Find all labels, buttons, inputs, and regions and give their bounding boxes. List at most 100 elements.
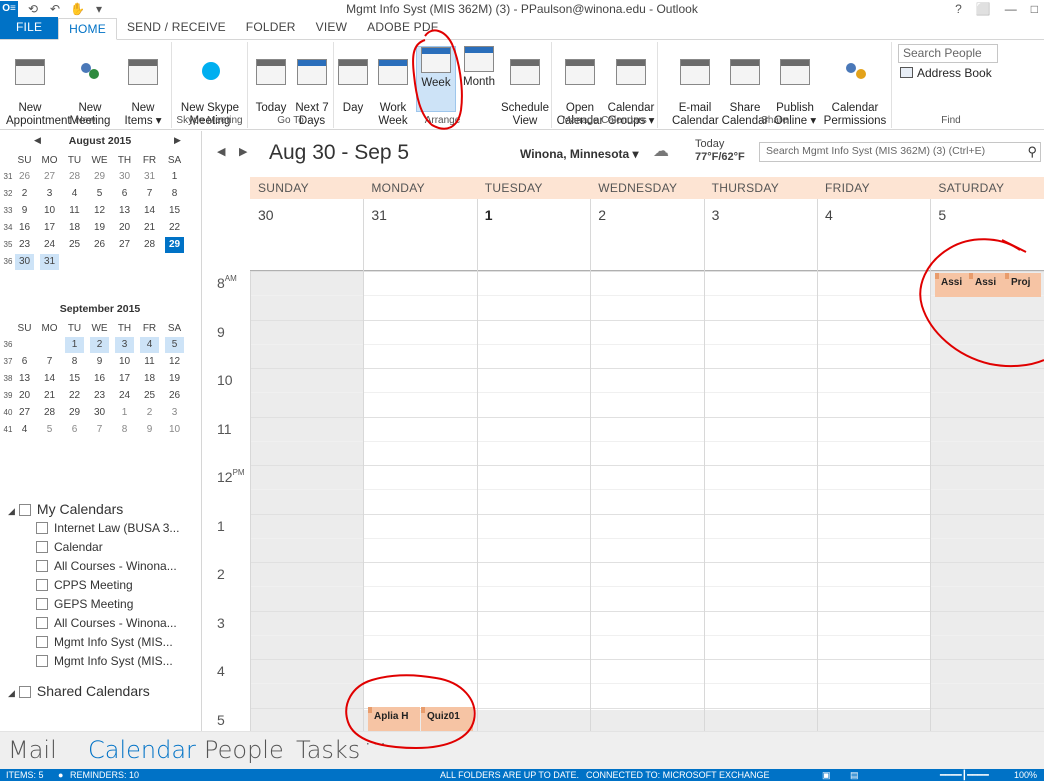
minicalendar-day[interactable]: 28 [40, 405, 59, 421]
calendar-search-input[interactable]: Search Mgmt Info Syst (MIS 362M) (3) (Ct… [759, 142, 1041, 162]
minicalendar-day[interactable]: 3 [165, 405, 184, 421]
day-header[interactable]: TUESDAY [476, 177, 591, 199]
minicalendar-day[interactable]: 19 [165, 371, 184, 387]
minicalendar-day[interactable]: 9 [15, 203, 34, 219]
ribbon-display-button[interactable]: ⬜ [976, 0, 991, 18]
minicalendar-day[interactable]: 1 [165, 169, 184, 185]
minicalendar-day[interactable]: 29 [90, 169, 109, 185]
minicalendar-day[interactable]: 26 [15, 169, 34, 185]
minicalendar-day[interactable]: 21 [140, 220, 159, 236]
event-quiz01[interactable]: Quiz01 [421, 707, 473, 731]
previous-week-icon[interactable]: ◀ [217, 145, 225, 158]
calendar-checkbox[interactable] [36, 617, 48, 629]
minicalendar-day[interactable]: 19 [90, 220, 109, 236]
minicalendar-day[interactable]: 8 [65, 354, 84, 370]
day-header[interactable]: WEDNESDAY [590, 177, 704, 199]
minicalendar-day[interactable]: 5 [165, 337, 184, 353]
calendar-list-item[interactable]: All Courses - Winona... [8, 557, 198, 576]
calendar-checkbox[interactable] [36, 541, 48, 553]
tab-folder[interactable]: FOLDER [236, 17, 306, 39]
minicalendar-day[interactable]: 2 [90, 337, 109, 353]
calendar-checkbox[interactable] [36, 655, 48, 667]
collapse-triangle-icon[interactable]: ◢ [8, 688, 15, 698]
minicalendar-day[interactable]: 22 [65, 388, 84, 404]
day-number[interactable]: 1 [477, 207, 493, 223]
next-month-icon[interactable]: ▶ [174, 135, 181, 146]
calendar-checkbox[interactable] [36, 560, 48, 572]
event-project[interactable]: Proj [1005, 273, 1041, 297]
previous-month-icon[interactable]: ◀ [34, 135, 41, 146]
collapse-triangle-icon[interactable]: ◢ [8, 506, 15, 516]
calendar-list-item[interactable]: Calendar [8, 538, 198, 557]
minicalendar-day[interactable]: 18 [140, 371, 159, 387]
event-assignment-1[interactable]: Assi [935, 273, 969, 297]
minicalendar-day[interactable]: 3 [40, 186, 59, 202]
nav-people[interactable]: People [204, 736, 284, 764]
calendar-checkbox[interactable] [36, 522, 48, 534]
minicalendar-day[interactable]: 20 [115, 220, 134, 236]
my-calendars-checkbox[interactable] [18, 504, 31, 516]
minicalendar-day[interactable]: 14 [40, 371, 59, 387]
event-assignment-2[interactable]: Assi [969, 273, 1005, 297]
minicalendar-day[interactable]: 23 [90, 388, 109, 404]
day-number[interactable]: 30 [250, 207, 274, 223]
tab-view[interactable]: VIEW [306, 17, 357, 39]
minicalendar-day[interactable]: 27 [40, 169, 59, 185]
minicalendar-day[interactable]: 31 [140, 169, 159, 185]
calendar-list-item[interactable]: Mgmt Info Syst (MIS... [8, 652, 198, 671]
minicalendar-day[interactable]: 4 [140, 337, 159, 353]
search-people-input[interactable]: Search People [898, 44, 998, 63]
zoom-level[interactable]: 100% [1014, 769, 1037, 781]
nav-mail[interactable]: Mail [8, 736, 57, 764]
minicalendar-day[interactable]: 30 [90, 405, 109, 421]
minicalendar-day[interactable]: 29 [65, 405, 84, 421]
day-number[interactable]: 4 [817, 207, 833, 223]
minicalendar-day[interactable]: 29 [165, 237, 184, 253]
minicalendar-day[interactable]: 6 [115, 186, 134, 202]
help-button[interactable]: ? [955, 0, 962, 18]
minicalendar-day[interactable]: 5 [90, 186, 109, 202]
event-aplia-homework[interactable]: Aplia H [368, 707, 420, 731]
location-dropdown[interactable]: Winona, Minnesota ▾ [520, 147, 639, 161]
minicalendar-day[interactable]: 7 [90, 422, 109, 438]
minicalendar-day[interactable]: 9 [90, 354, 109, 370]
minicalendar-day[interactable]: 30 [15, 254, 34, 270]
minicalendar-day[interactable]: 16 [90, 371, 109, 387]
minicalendar-day[interactable]: 23 [15, 237, 34, 253]
minicalendar-day[interactable]: 8 [115, 422, 134, 438]
minicalendar-day[interactable]: 3 [115, 337, 134, 353]
calendar-list-item[interactable]: CPPS Meeting [8, 576, 198, 595]
calendar-list-item[interactable]: Internet Law (BUSA 3... [8, 519, 198, 538]
minicalendar-day[interactable]: 9 [140, 422, 159, 438]
tab-adobe-pdf[interactable]: ADOBE PDF [357, 17, 448, 39]
today-button[interactable]: Today [252, 46, 290, 115]
minicalendar-day[interactable]: 18 [65, 220, 84, 236]
tab-file[interactable]: FILE [0, 17, 59, 39]
minicalendar-day[interactable]: 27 [15, 405, 34, 421]
search-icon[interactable]: ⚲ [1027, 144, 1037, 160]
minicalendar-day[interactable]: 7 [40, 354, 59, 370]
minicalendar-day[interactable]: 13 [15, 371, 34, 387]
calendar-checkbox[interactable] [36, 598, 48, 610]
day-view-button[interactable]: Day [336, 46, 370, 115]
minicalendar-day[interactable]: 4 [15, 422, 34, 438]
minicalendar-day[interactable]: 6 [15, 354, 34, 370]
calendar-checkbox[interactable] [36, 636, 48, 648]
minicalendar-day[interactable]: 22 [165, 220, 184, 236]
minicalendar-day[interactable]: 12 [165, 354, 184, 370]
minicalendar-day[interactable]: 30 [115, 169, 134, 185]
minicalendar-day[interactable]: 8 [165, 186, 184, 202]
minicalendar-day[interactable]: 2 [15, 186, 34, 202]
calendar-list-item[interactable]: All Courses - Winona... [8, 614, 198, 633]
month-button[interactable]: Month [458, 46, 500, 89]
minicalendar-day[interactable]: 15 [65, 371, 84, 387]
day-number[interactable]: 31 [363, 207, 387, 223]
nav-tasks[interactable]: Tasks [296, 736, 360, 764]
minicalendar-day[interactable]: 28 [140, 237, 159, 253]
minicalendar-day[interactable]: 27 [115, 237, 134, 253]
minicalendar-day[interactable]: 10 [40, 203, 59, 219]
minicalendar-day[interactable]: 13 [115, 203, 134, 219]
day-number[interactable]: 2 [590, 207, 606, 223]
nav-more[interactable]: ··· [364, 730, 387, 758]
minicalendar-day[interactable]: 25 [65, 237, 84, 253]
